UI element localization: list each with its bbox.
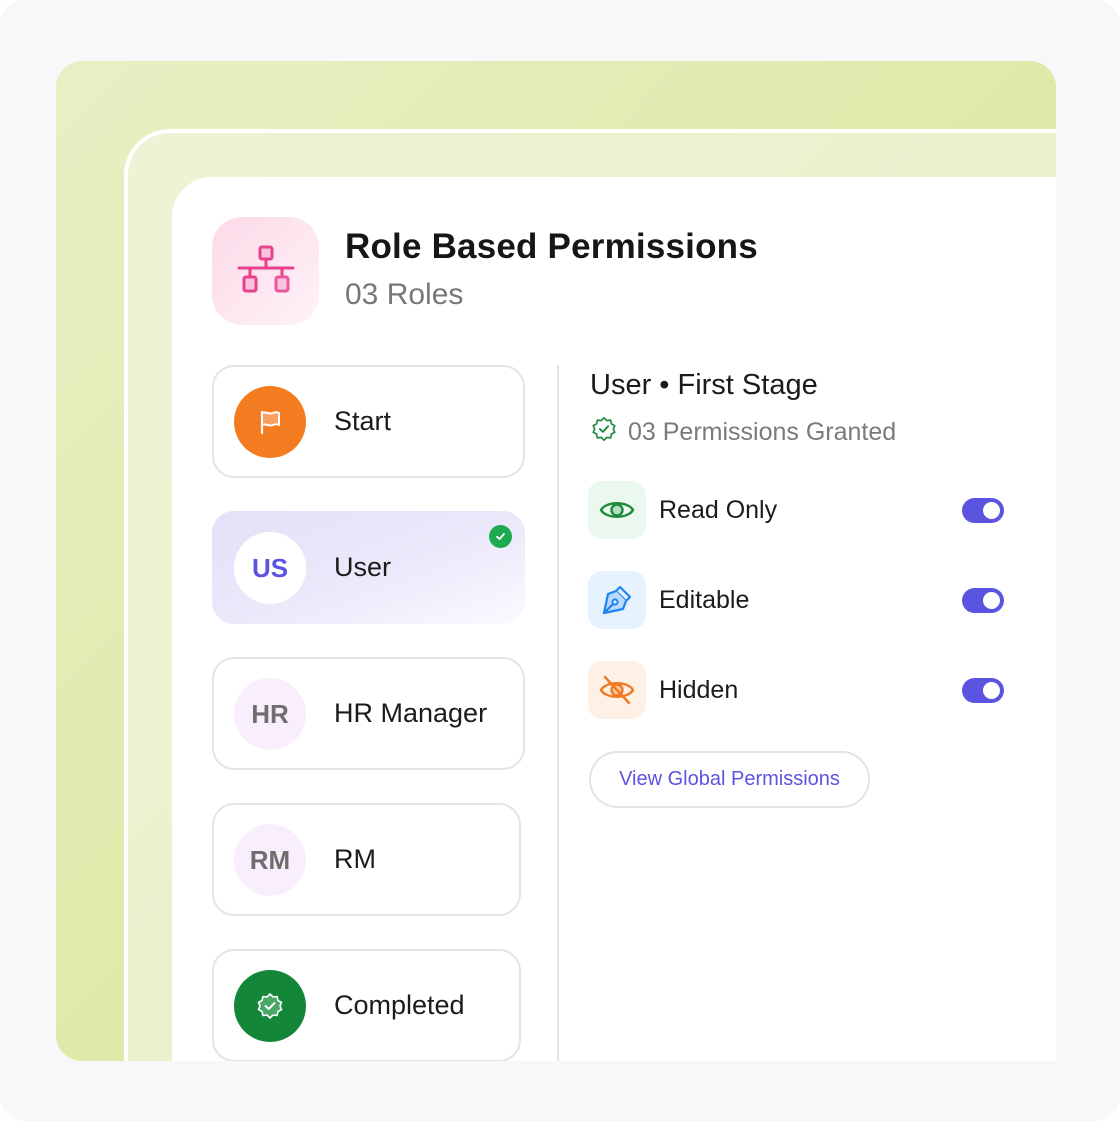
role-item-rm[interactable]: RM RM: [212, 803, 521, 916]
read-only-toggle[interactable]: [962, 498, 1004, 523]
flag-icon: [234, 386, 306, 458]
role-label: Start: [334, 406, 392, 436]
eye-icon: [588, 481, 646, 539]
role-item-start[interactable]: Start: [212, 365, 525, 478]
role-avatar: HR: [234, 678, 306, 750]
verified-badge-icon: [590, 415, 618, 450]
view-global-permissions-button[interactable]: View Global Permissions: [589, 751, 870, 808]
toggle-knob: [983, 502, 1000, 519]
check-icon: [489, 525, 512, 548]
page-title: Role Based Permissions: [345, 227, 758, 266]
permission-label: Editable: [659, 585, 750, 614]
role-label: HR Manager: [334, 698, 488, 728]
permissions-card: Role Based Permissions 03 Roles Start US…: [172, 177, 1056, 1061]
permission-hidden: Hidden: [588, 661, 1008, 719]
permissions-granted-text: 03 Permissions Granted: [628, 418, 897, 446]
eye-off-icon: [588, 661, 646, 719]
stage-title: User • First Stage: [590, 369, 818, 401]
permissions-granted: 03 Permissions Granted: [590, 415, 896, 450]
hierarchy-icon: [212, 217, 319, 325]
role-item-completed[interactable]: Completed: [212, 949, 521, 1061]
permission-label: Read Only: [659, 495, 778, 524]
role-label: RM: [334, 844, 376, 874]
pen-nib-icon: [588, 571, 646, 629]
permission-label: Hidden: [659, 675, 739, 704]
role-item-hr-manager[interactable]: HR HR Manager: [212, 657, 525, 770]
divider: [557, 365, 559, 1061]
role-avatar: US: [234, 532, 306, 604]
roles-count: 03 Roles: [345, 278, 464, 311]
permission-editable: Editable: [588, 571, 1008, 629]
editable-toggle[interactable]: [962, 588, 1004, 613]
role-label: Completed: [334, 990, 465, 1020]
hidden-toggle[interactable]: [962, 678, 1004, 703]
toggle-knob: [983, 682, 1000, 699]
toggle-knob: [983, 592, 1000, 609]
role-avatar: RM: [234, 824, 306, 896]
permission-read-only: Read Only: [588, 481, 1008, 539]
role-item-user[interactable]: US User: [212, 511, 525, 624]
verified-badge-icon: [234, 970, 306, 1042]
role-label: User: [334, 552, 392, 582]
